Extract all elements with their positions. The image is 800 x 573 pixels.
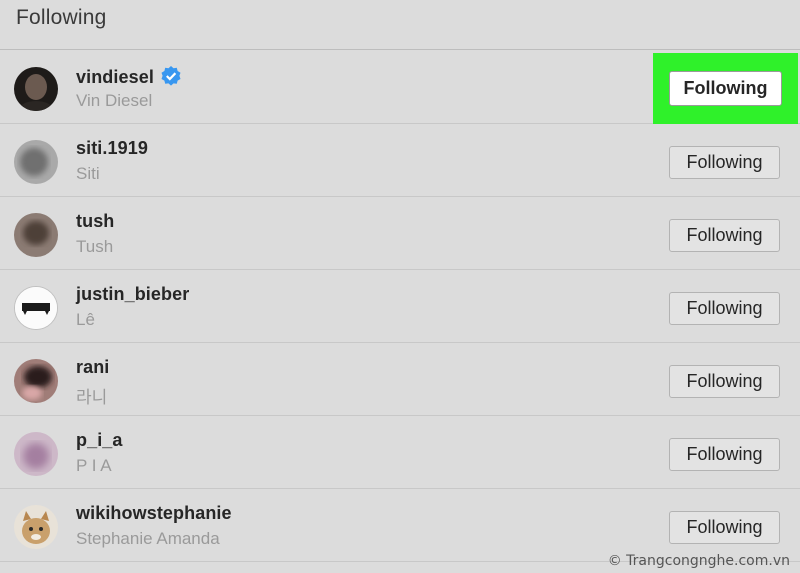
list-item: tush Tush Following bbox=[0, 197, 800, 270]
following-button[interactable]: Following bbox=[669, 71, 782, 106]
following-button[interactable]: Following bbox=[669, 292, 780, 325]
list-item: siti.1919 Siti Following bbox=[0, 124, 800, 197]
list-item: wikihowstephanie Stephanie Amanda Follow… bbox=[0, 489, 800, 562]
avatar[interactable] bbox=[14, 286, 58, 330]
list-item: justin_bieber Lê Following bbox=[0, 270, 800, 343]
verified-badge-icon bbox=[160, 65, 182, 87]
following-button[interactable]: Following bbox=[669, 219, 780, 252]
list-item: rani 라니 Following bbox=[0, 343, 800, 416]
username[interactable]: siti.1919 bbox=[76, 138, 148, 159]
avatar[interactable] bbox=[14, 213, 58, 257]
username[interactable]: rani bbox=[76, 357, 109, 378]
avatar[interactable] bbox=[14, 432, 58, 476]
list-item: p_i_a P I A Following bbox=[0, 416, 800, 489]
watermark: © Trangcongnghe.com.vn bbox=[607, 553, 790, 569]
avatar[interactable] bbox=[14, 359, 58, 403]
full-name: Siti bbox=[76, 164, 100, 183]
avatar[interactable] bbox=[14, 67, 58, 111]
full-name: P I A bbox=[76, 456, 112, 475]
full-name: Stephanie Amanda bbox=[76, 529, 220, 548]
following-button[interactable]: Following bbox=[669, 146, 780, 179]
full-name: Lê bbox=[76, 310, 95, 329]
following-button[interactable]: Following bbox=[669, 365, 780, 398]
highlight-box: Following bbox=[653, 53, 798, 124]
list-item: vindiesel Vin Diesel Following bbox=[0, 51, 800, 124]
full-name: 라니 bbox=[76, 388, 108, 407]
page-header: Following bbox=[0, 0, 800, 50]
page-title: Following bbox=[16, 6, 107, 29]
username[interactable]: tush bbox=[76, 211, 114, 232]
following-list: vindiesel Vin Diesel Following siti.1919… bbox=[0, 51, 800, 562]
username[interactable]: vindiesel bbox=[76, 65, 182, 88]
following-button[interactable]: Following bbox=[669, 511, 780, 544]
full-name: Vin Diesel bbox=[76, 91, 153, 110]
full-name: Tush bbox=[76, 237, 114, 256]
avatar[interactable] bbox=[14, 505, 58, 549]
following-button[interactable]: Following bbox=[669, 438, 780, 471]
username[interactable]: p_i_a bbox=[76, 430, 123, 451]
username[interactable]: justin_bieber bbox=[76, 284, 189, 305]
avatar[interactable] bbox=[14, 140, 58, 184]
username[interactable]: wikihowstephanie bbox=[76, 503, 232, 524]
